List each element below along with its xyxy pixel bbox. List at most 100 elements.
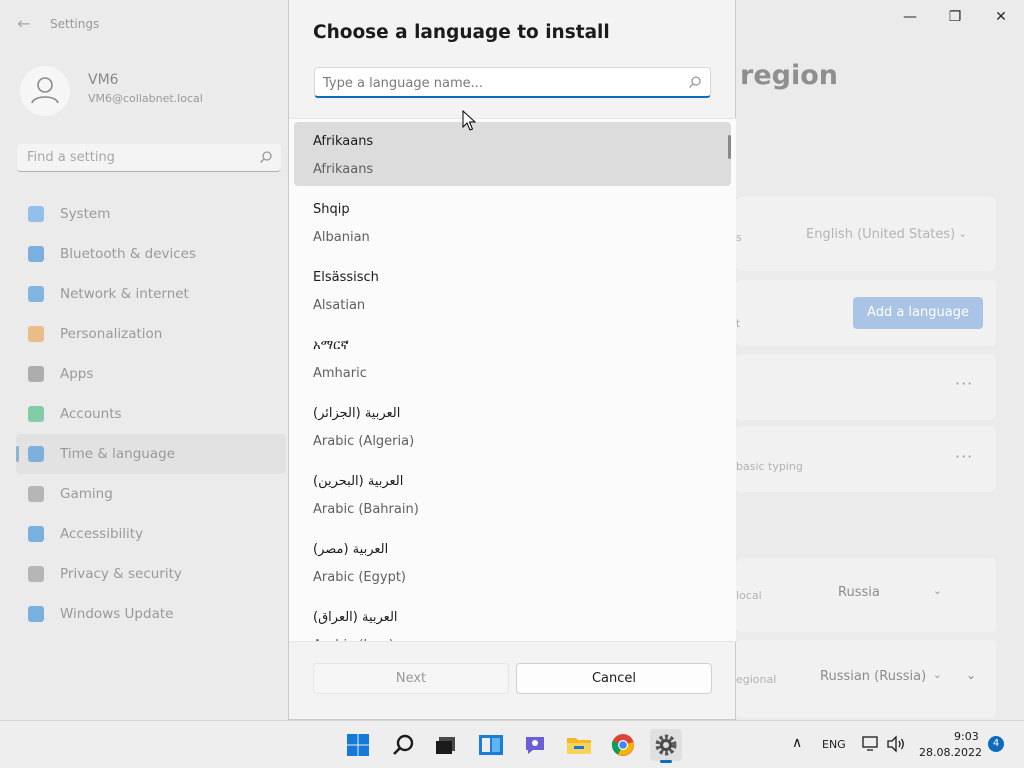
sidebar-nav: System Bluetooth & devices Network & inter…: [16, 194, 286, 634]
more-options-icon-2[interactable]: ···: [955, 447, 973, 466]
language-list-item[interactable]: አማርኛ Amharic: [294, 326, 731, 390]
show-hidden-icons-button[interactable]: ∧: [792, 735, 802, 751]
network-icon[interactable]: [862, 736, 880, 752]
language-list-item[interactable]: العربية (البحرين) Arabic (Bahrain): [294, 462, 731, 526]
clock-time[interactable]: 9:03: [954, 730, 979, 743]
sidebar-item-accessibility[interactable]: Accessibility: [16, 514, 286, 554]
sidebar-item-label: Gaming: [60, 486, 113, 502]
sidebar-item-time-language[interactable]: Time & language: [16, 434, 286, 474]
scrollbar-thumb[interactable]: [728, 135, 731, 159]
taskbar: ∧ ENG 9:03 28.08.2022: [0, 720, 1024, 768]
country-value: Russia: [838, 585, 880, 600]
mouse-cursor-icon: [462, 110, 476, 131]
avatar: [20, 66, 70, 116]
language-native-name: العربية (البحرين): [313, 474, 404, 489]
volume-icon[interactable]: [886, 735, 906, 753]
display-language-label: s: [736, 231, 742, 244]
sidebar-item-system[interactable]: System: [16, 194, 286, 234]
search-icon: [689, 76, 701, 88]
windows-start-icon[interactable]: [342, 729, 374, 761]
language-native-name: Elsässisch: [313, 270, 379, 285]
next-button[interactable]: Next: [313, 663, 509, 694]
language-english-name: Alsatian: [313, 298, 366, 313]
language-native-name: العربية (العراق): [313, 610, 398, 625]
language-native-name: العربية (مصر): [313, 542, 389, 557]
chat-icon[interactable]: [519, 729, 551, 761]
expand-chevron-icon[interactable]: ⌄: [966, 668, 976, 682]
language-english-name: Arabic (Iraq): [313, 638, 394, 641]
typing-label: basic typing: [736, 460, 803, 473]
sidebar-item-apps[interactable]: Apps: [16, 354, 286, 394]
monitor-icon: [28, 206, 44, 222]
sidebar-item-label: Accounts: [60, 406, 122, 422]
regional-format-label: egional: [736, 673, 777, 686]
maximize-button[interactable]: ❐: [940, 8, 970, 26]
sidebar-item-privacy-security[interactable]: Privacy & security: [16, 554, 286, 594]
language-list-item[interactable]: العربية (مصر) Arabic (Egypt): [294, 530, 731, 594]
close-button[interactable]: ✕: [986, 8, 1016, 26]
sidebar-item-personalization[interactable]: Personalization: [16, 314, 286, 354]
cancel-button[interactable]: Cancel: [516, 663, 712, 694]
sidebar-item-label: Personalization: [60, 326, 163, 342]
language-search-input[interactable]: [323, 73, 673, 93]
more-options-icon[interactable]: ···: [955, 374, 973, 393]
user-profile[interactable]: VM6 VM6@collabnet.local: [20, 66, 280, 116]
dialog-title: Choose a language to install: [313, 22, 610, 43]
minimize-button[interactable]: —: [895, 8, 925, 26]
task-view-icon[interactable]: [429, 729, 461, 761]
language-list-item[interactable]: العربية (الجزائر) Arabic (Algeria): [294, 394, 731, 458]
accessibility-icon: [28, 526, 44, 542]
search-icon[interactable]: [387, 729, 419, 761]
sidebar-item-bluetooth-devices[interactable]: Bluetooth & devices: [16, 234, 286, 274]
sidebar-item-network-internet[interactable]: Network & internet: [16, 274, 286, 314]
chrome-icon[interactable]: [607, 729, 639, 761]
language-english-name: Amharic: [313, 366, 367, 381]
add-language-button[interactable]: Add a language: [853, 297, 983, 329]
sidebar-item-label: Network & internet: [60, 286, 189, 302]
chevron-down-icon: ⌄: [958, 227, 968, 240]
page-title: region: [740, 60, 838, 91]
notification-badge[interactable]: 4: [988, 736, 1004, 752]
country-dropdown[interactable]: Russia ⌄: [828, 579, 952, 609]
language-english-name: Arabic (Algeria): [313, 434, 415, 449]
update-icon: [28, 606, 44, 622]
find-setting-input[interactable]: Find a setting: [17, 144, 281, 172]
wifi-icon: [28, 286, 44, 302]
back-button[interactable]: ←: [12, 12, 36, 36]
language-native-name: Afrikaans: [313, 134, 374, 149]
language-english-name: Albanian: [313, 230, 370, 245]
shield-icon: [28, 566, 44, 582]
language-list[interactable]: العربية (العراق) Arabic (Iraq) العربية (مص…: [289, 118, 736, 642]
person-icon: [31, 77, 59, 104]
language-native-name: አማርኛ: [313, 338, 349, 353]
widgets-icon[interactable]: [475, 729, 507, 761]
globe-clock-icon: [28, 446, 44, 462]
clock-date[interactable]: 28.08.2022: [919, 746, 982, 759]
language-list-item[interactable]: Shqip Albanian: [294, 190, 731, 254]
language-search-box[interactable]: [314, 67, 711, 98]
regional-format-value: Russian (Russia): [820, 669, 927, 684]
language-list-item[interactable]: العربية (العراق) Arabic (Iraq): [294, 598, 731, 641]
user-name: VM6: [88, 72, 119, 88]
find-setting-placeholder: Find a setting: [27, 150, 115, 165]
country-label: local: [736, 589, 762, 602]
bluetooth-icon: [28, 246, 44, 262]
settings-icon[interactable]: [650, 729, 682, 763]
app-title: Settings: [50, 17, 100, 31]
sidebar-item-label: Windows Update: [60, 606, 174, 622]
sidebar-item-label: Apps: [60, 366, 94, 382]
input-language-indicator[interactable]: ENG: [822, 738, 846, 751]
sidebar-item-label: System: [60, 206, 111, 222]
sidebar-item-accounts[interactable]: Accounts: [16, 394, 286, 434]
sidebar-item-gaming[interactable]: Gaming: [16, 474, 286, 514]
regional-format-dropdown[interactable]: Russian (Russia) ⌄: [810, 663, 952, 693]
language-list-item[interactable]: Elsässisch Alsatian: [294, 258, 731, 322]
sidebar-item-windows-update[interactable]: Windows Update: [16, 594, 286, 634]
file-explorer-icon[interactable]: [563, 729, 595, 761]
language-english-name: Arabic (Bahrain): [313, 502, 419, 517]
search-icon: [260, 151, 272, 163]
language-english-name: Afrikaans: [313, 162, 374, 177]
display-language-value[interactable]: English (United States): [806, 227, 955, 242]
language-list-item[interactable]: Afrikaans Afrikaans: [294, 122, 731, 186]
chevron-down-icon: ⌄: [932, 668, 942, 681]
